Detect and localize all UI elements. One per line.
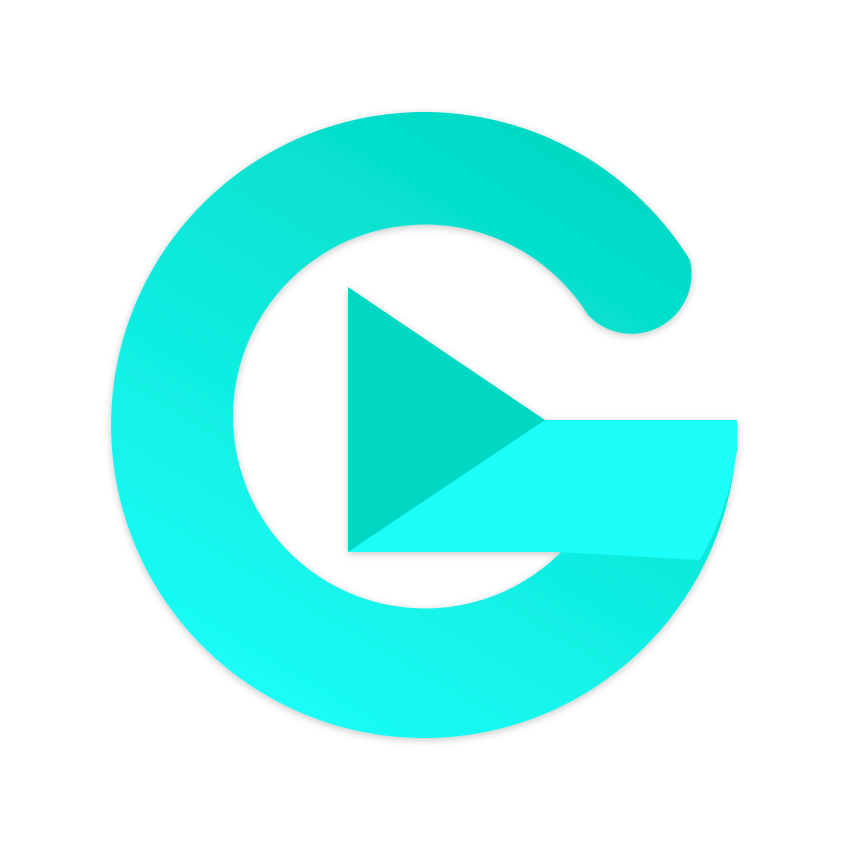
- logo-canvas: [0, 0, 846, 846]
- g-play-logo-icon: [111, 112, 738, 739]
